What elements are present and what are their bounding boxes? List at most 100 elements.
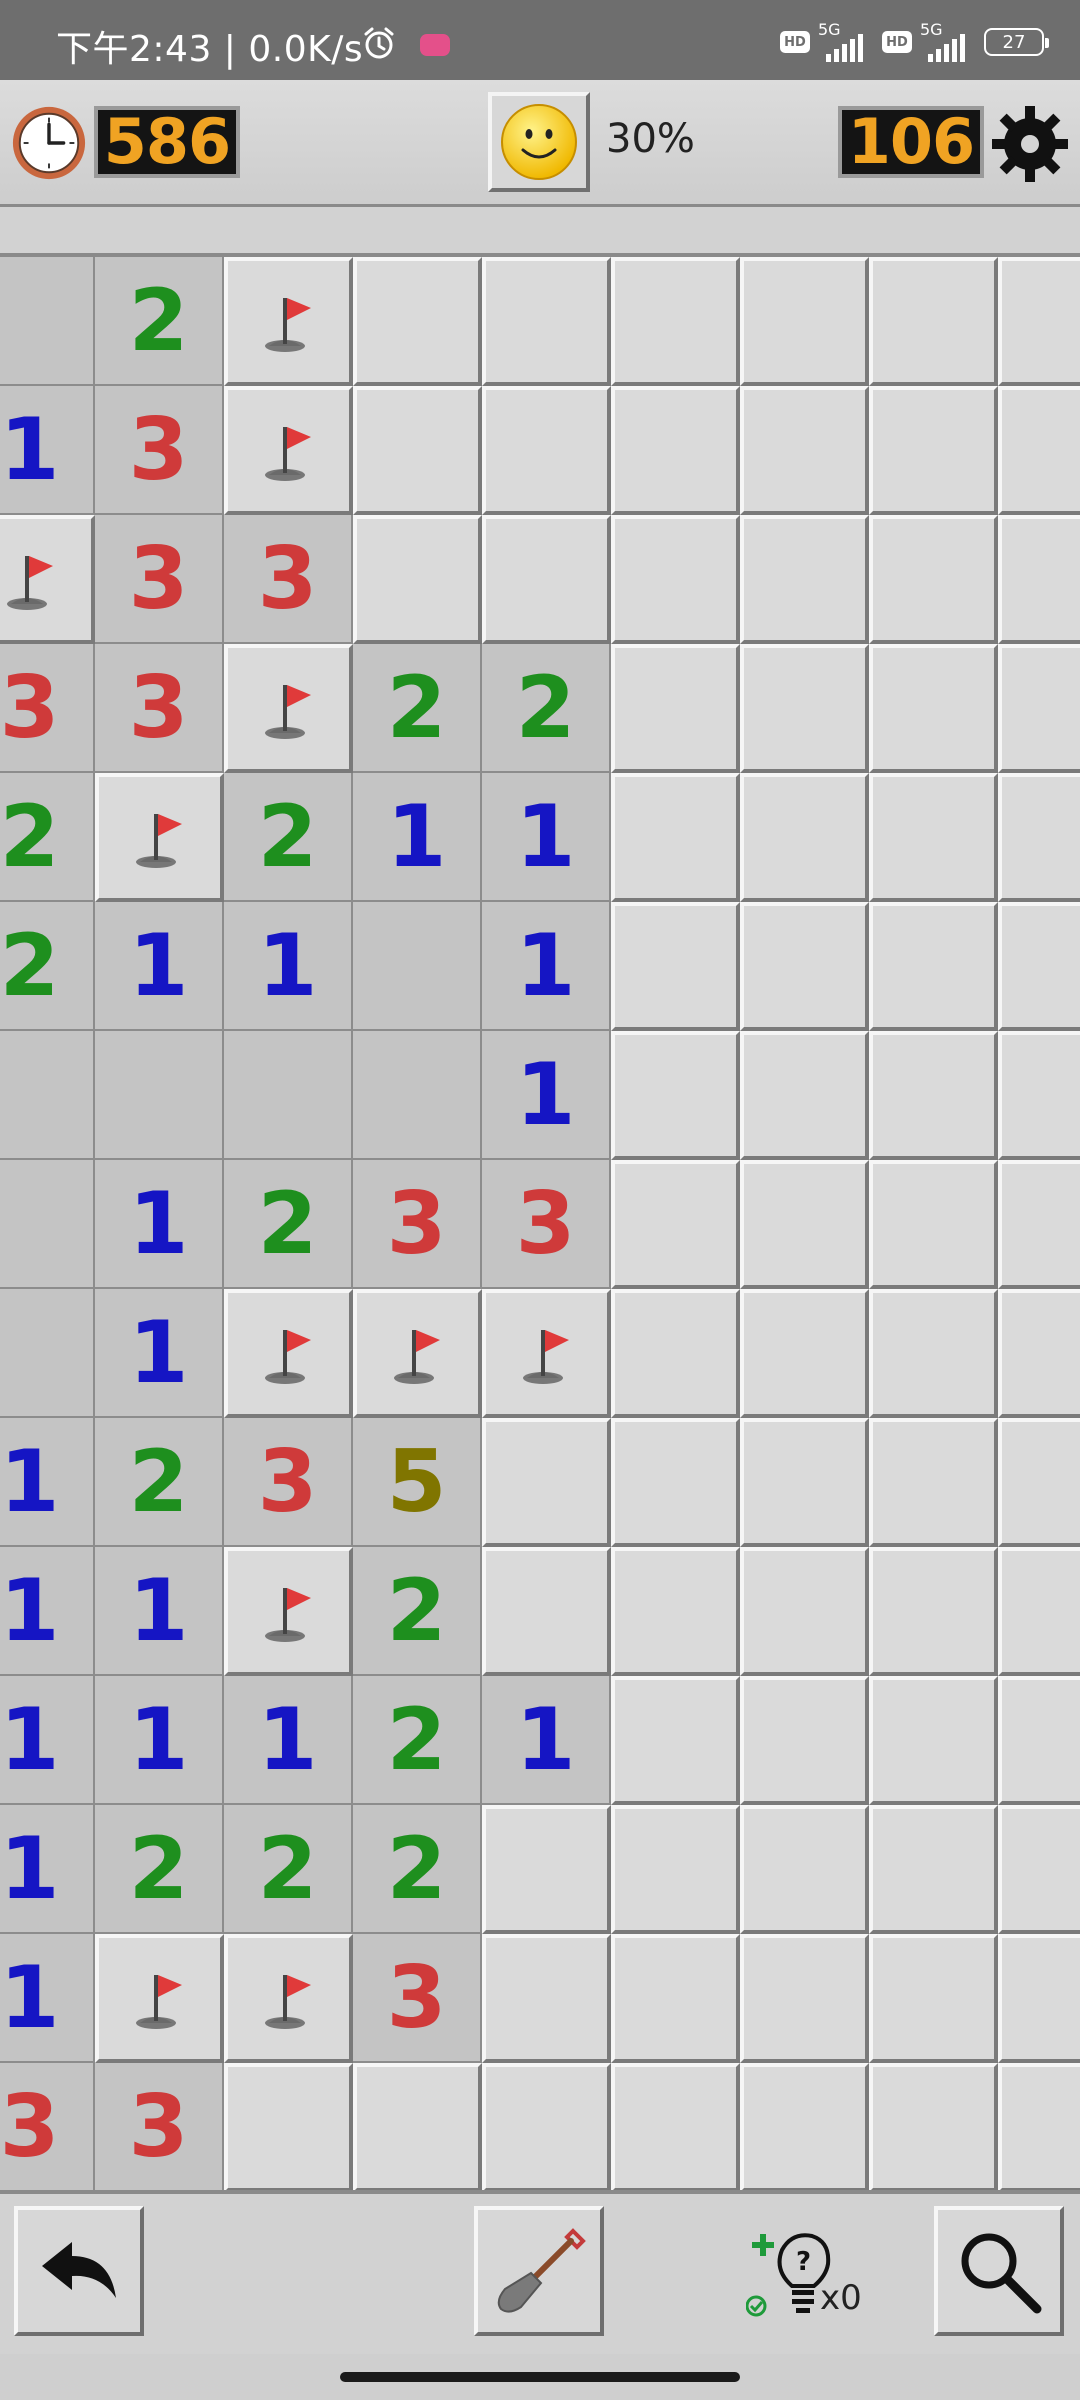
- zoom-magnifier-button[interactable]: [934, 2206, 1064, 2336]
- flagged-cell[interactable]: [224, 386, 353, 515]
- number-cell[interactable]: 2: [95, 1418, 224, 1547]
- number-cell[interactable]: 2: [0, 902, 95, 1031]
- hidden-cell[interactable]: [869, 1160, 998, 1289]
- dig-shovel-button[interactable]: [474, 2206, 604, 2336]
- number-cell[interactable]: 2: [482, 644, 611, 773]
- hidden-cell[interactable]: [740, 1547, 869, 1676]
- number-cell[interactable]: 1: [482, 902, 611, 1031]
- hidden-cell[interactable]: [998, 1934, 1080, 2063]
- number-cell[interactable]: 1: [0, 1418, 95, 1547]
- number-cell[interactable]: 2: [224, 1160, 353, 1289]
- hidden-cell[interactable]: [740, 1031, 869, 1160]
- number-cell[interactable]: 5: [353, 1418, 482, 1547]
- hidden-cell[interactable]: [740, 1418, 869, 1547]
- number-cell[interactable]: 1: [0, 1934, 95, 2063]
- number-cell[interactable]: 1: [482, 773, 611, 902]
- number-cell[interactable]: 1: [95, 1676, 224, 1805]
- hidden-cell[interactable]: [611, 1160, 740, 1289]
- hidden-cell[interactable]: [869, 1934, 998, 2063]
- flagged-cell[interactable]: [95, 1934, 224, 2063]
- number-cell[interactable]: 1: [482, 1031, 611, 1160]
- hidden-cell[interactable]: [740, 1289, 869, 1418]
- number-cell[interactable]: 3: [95, 2063, 224, 2192]
- number-cell[interactable]: 2: [224, 1805, 353, 1934]
- hidden-cell[interactable]: [611, 2063, 740, 2192]
- number-cell[interactable]: 1: [224, 1676, 353, 1805]
- hidden-cell[interactable]: [869, 1031, 998, 1160]
- hidden-cell[interactable]: [740, 902, 869, 1031]
- hidden-cell[interactable]: [998, 515, 1080, 644]
- hidden-cell[interactable]: [869, 1547, 998, 1676]
- hidden-cell[interactable]: [482, 257, 611, 386]
- hidden-cell[interactable]: [611, 1547, 740, 1676]
- hidden-cell[interactable]: [611, 1805, 740, 1934]
- hidden-cell[interactable]: [998, 1031, 1080, 1160]
- number-cell[interactable]: 1: [95, 1289, 224, 1418]
- number-cell[interactable]: 3: [482, 1160, 611, 1289]
- flagged-cell[interactable]: [0, 515, 95, 644]
- hidden-cell[interactable]: [611, 386, 740, 515]
- hidden-cell[interactable]: [611, 257, 740, 386]
- empty-revealed-cell[interactable]: [0, 1160, 95, 1289]
- number-cell[interactable]: 3: [95, 515, 224, 644]
- hidden-cell[interactable]: [482, 515, 611, 644]
- hidden-cell[interactable]: [869, 386, 998, 515]
- hidden-cell[interactable]: [740, 644, 869, 773]
- number-cell[interactable]: 3: [95, 386, 224, 515]
- flagged-cell[interactable]: [224, 257, 353, 386]
- number-cell[interactable]: 1: [95, 1547, 224, 1676]
- hidden-cell[interactable]: [482, 1805, 611, 1934]
- flagged-cell[interactable]: [224, 644, 353, 773]
- flagged-cell[interactable]: [95, 773, 224, 902]
- minefield-grid[interactable]: 2133333222211211111233112351121112112221…: [0, 257, 1080, 2192]
- hidden-cell[interactable]: [740, 773, 869, 902]
- empty-revealed-cell[interactable]: [0, 1289, 95, 1418]
- hidden-cell[interactable]: [740, 2063, 869, 2192]
- hidden-cell[interactable]: [869, 644, 998, 773]
- hidden-cell[interactable]: [869, 1418, 998, 1547]
- hidden-cell[interactable]: [869, 257, 998, 386]
- number-cell[interactable]: 1: [0, 1547, 95, 1676]
- hidden-cell[interactable]: [869, 515, 998, 644]
- home-indicator[interactable]: [340, 2372, 740, 2382]
- hidden-cell[interactable]: [611, 773, 740, 902]
- settings-gear-icon[interactable]: [990, 104, 1070, 184]
- hidden-cell[interactable]: [998, 773, 1080, 902]
- hidden-cell[interactable]: [482, 1934, 611, 2063]
- number-cell[interactable]: 1: [482, 1676, 611, 1805]
- hidden-cell[interactable]: [740, 515, 869, 644]
- hidden-cell[interactable]: [869, 902, 998, 1031]
- number-cell[interactable]: 1: [95, 1160, 224, 1289]
- new-game-smiley-button[interactable]: [488, 92, 590, 192]
- number-cell[interactable]: 2: [95, 257, 224, 386]
- hidden-cell[interactable]: [740, 1805, 869, 1934]
- number-cell[interactable]: 2: [353, 1676, 482, 1805]
- hidden-cell[interactable]: [998, 2063, 1080, 2192]
- hidden-cell[interactable]: [740, 1934, 869, 2063]
- number-cell[interactable]: 2: [353, 1805, 482, 1934]
- number-cell[interactable]: 2: [353, 644, 482, 773]
- number-cell[interactable]: 2: [224, 773, 353, 902]
- hidden-cell[interactable]: [869, 1805, 998, 1934]
- number-cell[interactable]: 3: [95, 644, 224, 773]
- flagged-cell[interactable]: [224, 1934, 353, 2063]
- hidden-cell[interactable]: [482, 386, 611, 515]
- number-cell[interactable]: 1: [224, 902, 353, 1031]
- hidden-cell[interactable]: [482, 2063, 611, 2192]
- number-cell[interactable]: 1: [0, 386, 95, 515]
- hidden-cell[interactable]: [998, 1676, 1080, 1805]
- number-cell[interactable]: 3: [353, 1934, 482, 2063]
- flagged-cell[interactable]: [224, 1547, 353, 1676]
- number-cell[interactable]: 2: [353, 1547, 482, 1676]
- undo-button[interactable]: [14, 2206, 144, 2336]
- hidden-cell[interactable]: [740, 257, 869, 386]
- hidden-cell[interactable]: [998, 386, 1080, 515]
- number-cell[interactable]: 1: [0, 1676, 95, 1805]
- hidden-cell[interactable]: [869, 1676, 998, 1805]
- flagged-cell[interactable]: [353, 1289, 482, 1418]
- hidden-cell[interactable]: [998, 1289, 1080, 1418]
- hidden-cell[interactable]: [482, 1547, 611, 1676]
- hidden-cell[interactable]: [869, 773, 998, 902]
- hidden-cell[interactable]: [353, 257, 482, 386]
- hidden-cell[interactable]: [998, 257, 1080, 386]
